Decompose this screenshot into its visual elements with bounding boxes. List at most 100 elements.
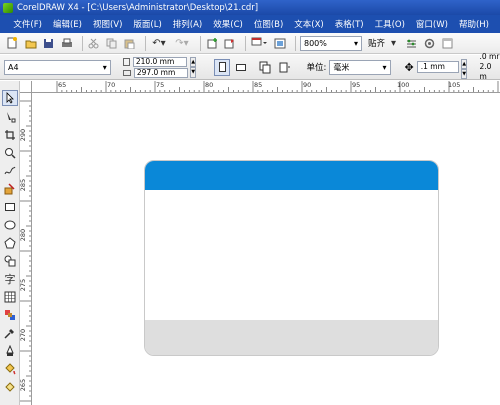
spin-down-icon[interactable]: ▼ [460,69,468,79]
save-icon[interactable] [42,37,55,50]
redo-icon[interactable]: ↷▾ [173,37,191,50]
page-width-field[interactable]: 210.0 mm [132,56,187,67]
basic-shapes-tool-icon[interactable] [2,253,18,269]
menu-layout[interactable]: 版面(L) [133,18,161,30]
zoom-tool-icon[interactable] [2,145,18,161]
page-height-field[interactable]: 297.0 mm [133,67,188,78]
text-tool-icon[interactable]: 字 [2,271,18,287]
spin-up-icon[interactable]: ▲ [460,59,468,69]
cut-icon[interactable] [87,37,100,50]
landscape-icon [236,63,247,71]
horizontal-ruler[interactable]: 65 70 75 80 85 90 95 100 105 [32,81,500,93]
nudge-spinner[interactable]: ▲ ▼ [460,59,468,79]
all-pages-button[interactable] [257,59,273,76]
application-launcher-icon[interactable] [250,37,268,50]
menu-table[interactable]: 表格(T) [335,18,364,30]
vertical-ruler[interactable]: 290 285 280 275 270 265 [20,93,32,405]
page-height-icon [122,69,131,76]
units-dropdown[interactable]: 毫米 ▾ [329,59,391,75]
outline-pen-tool-icon[interactable] [2,343,18,359]
freehand-tool-icon[interactable] [2,163,18,179]
paper-size-dropdown[interactable]: A4 ▾ [4,59,111,75]
portrait-button[interactable] [214,58,231,76]
current-page-button[interactable] [276,59,292,76]
window-icon[interactable] [441,37,454,50]
export-icon[interactable] [223,37,236,50]
ruler-label: 290 [20,128,28,142]
ruler-label: 100 [397,81,410,89]
zoom-level-dropdown[interactable]: 800% ▾ [300,35,362,51]
spin-down-icon[interactable]: ▼ [189,67,197,78]
menu-help[interactable]: 帮助(H) [459,18,489,30]
gear-icon[interactable] [423,37,436,50]
menu-text[interactable]: 文本(X) [294,18,323,30]
card-shape[interactable] [144,160,439,356]
dimension-spinner[interactable]: ▲ ▼ [189,56,197,78]
menu-effects[interactable]: 效果(C) [213,18,243,30]
duplicate-x-field[interactable]: .0 mr [479,52,500,62]
drawing-canvas[interactable] [33,94,500,405]
chevron-down-icon: ▾ [353,38,358,48]
ruler-origin[interactable] [20,81,32,93]
card-header-band[interactable] [145,161,438,190]
smart-fill-tool-icon[interactable] [2,181,18,197]
import-icon[interactable] [205,37,218,50]
ruler-label: 280 [20,228,28,242]
menu-tools[interactable]: 工具(O) [375,18,405,30]
ruler-label: 270 [20,328,28,342]
units-label: 单位: [306,63,327,73]
polygon-tool-icon[interactable] [2,235,18,251]
page-width-icon [122,57,130,66]
chevron-down-icon[interactable]: ▾ [387,37,400,50]
orientation-group [214,58,249,76]
toolbar-separator [82,35,83,51]
ruler-label: 275 [20,278,28,292]
crop-tool-icon[interactable] [2,127,18,143]
card-footer-band[interactable] [145,320,438,355]
duplicate-y-field[interactable]: 2.0 m [479,62,500,82]
chevron-down-icon: ▾ [102,62,107,72]
menu-bitmaps[interactable]: 位图(B) [254,18,283,30]
menu-window[interactable]: 窗口(W) [416,18,448,30]
ruler-label: 65 [58,81,67,89]
horizontal-ruler-ticks [56,81,499,92]
ellipse-tool-icon[interactable] [2,217,18,233]
ruler-label: 105 [448,81,461,89]
ruler-label: 90 [303,81,312,89]
page-dimensions: 210.0 mm 297.0 mm [122,56,188,78]
duplicate-distance: .0 mr 2.0 m [479,52,500,82]
toolbar-separator [295,35,296,51]
title-bar: CorelDRAW X4 - [C:\Users\Administrator\D… [0,0,500,15]
undo-icon[interactable]: ↶▾ [150,37,168,50]
pick-tool-icon[interactable] [2,90,18,106]
landscape-button[interactable] [233,59,249,76]
paper-size-value: A4 [8,62,19,72]
coreldraw-app-icon [3,2,13,13]
new-document-icon[interactable] [6,37,19,50]
menu-arrange[interactable]: 排列(A) [173,18,202,30]
eyedropper-tool-icon[interactable] [2,325,18,341]
copy-icon[interactable] [105,37,118,50]
nudge-distance-field[interactable]: .1 mm [416,61,459,73]
paste-icon[interactable] [123,37,136,50]
window-title: CorelDRAW X4 - [C:\Users\Administrator\D… [17,2,259,13]
ruler-label: 70 [107,81,116,89]
print-icon[interactable] [60,37,73,50]
rectangle-tool-icon[interactable] [2,199,18,215]
nudge-move-icon: ✥ [404,60,414,74]
menu-edit[interactable]: 编辑(E) [53,18,82,30]
snap-to-label[interactable]: 贴齐 [368,37,385,49]
shape-tool-icon[interactable] [2,109,18,125]
menu-view[interactable]: 视图(V) [93,18,122,30]
toolbar-separator [200,35,201,51]
menu-file[interactable]: 文件(F) [13,18,42,30]
spin-up-icon[interactable]: ▲ [189,56,197,67]
toolbar-separator [145,35,146,51]
open-folder-icon[interactable] [24,37,37,50]
interactive-fill-tool-icon[interactable] [2,379,18,395]
fill-tool-icon[interactable] [2,361,18,377]
welcome-screen-icon[interactable] [273,37,286,50]
blend-tool-icon[interactable] [2,307,18,323]
table-tool-icon[interactable] [2,289,18,305]
options-icon[interactable] [405,37,418,50]
